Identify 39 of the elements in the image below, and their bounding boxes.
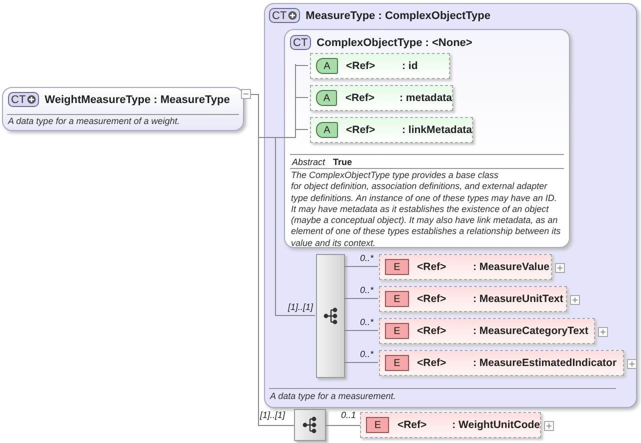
occurrence-label: 0..* <box>360 317 374 327</box>
connector-line <box>326 425 360 426</box>
occurrence-label: [1]..[1] <box>260 410 286 420</box>
occurrence-label: [1]..[1] <box>288 302 314 312</box>
expand-icon[interactable] <box>570 295 580 305</box>
element-node[interactable]: E <Ref> : WeightUnitCode <box>360 412 541 438</box>
occurrence-label: 0..* <box>360 285 374 295</box>
expand-icon[interactable] <box>598 327 608 337</box>
type-badge: CT <box>269 8 300 23</box>
type-title: WeightMeasureType : MeasureType <box>44 94 230 106</box>
type-description: A data type for a measurement. <box>270 391 396 402</box>
property-label: Abstract <box>292 157 326 167</box>
occurrence-label: 0..* <box>360 349 374 359</box>
type-title: ComplexObjectType : <None> <box>316 36 472 48</box>
expand-icon[interactable] <box>555 263 565 273</box>
attribute-node[interactable]: A <Ref> : metadata <box>310 85 453 111</box>
type-badge: CT <box>8 92 39 107</box>
sequence-icon <box>322 307 338 325</box>
type-description: The ComplexObjectType type provides a base class for object definition, association definitions, and external adapter type definitions. An instance of one of these types may have an ID. It may have metadata as it establishes the existence of an object (maybe a conceptual object). It may also have link metadata, as an element of one of these types establishes a relationship between its value and its context. <box>291 170 561 250</box>
element-node[interactable]: E <Ref> : MeasureEstimatedIndicator <box>379 350 624 376</box>
attribute-node[interactable]: A <Ref> : id <box>310 53 450 79</box>
expand-icon[interactable] <box>627 359 637 369</box>
attribute-node[interactable]: A <Ref> : linkMetadata <box>310 117 473 143</box>
element-node[interactable]: E <Ref> : MeasureCategoryText <box>379 318 595 344</box>
connector-line <box>344 330 378 331</box>
type-title: MeasureType : ComplexObjectType <box>306 10 490 22</box>
connector-line <box>344 362 378 363</box>
type-badge: CT <box>290 35 311 50</box>
element-node[interactable]: E <Ref> : MeasureUnitText <box>379 286 567 312</box>
connector-line <box>344 266 378 267</box>
occurrence-label: 0..* <box>360 253 374 263</box>
collapse-icon[interactable] <box>241 89 251 99</box>
type-description: A data type for a measurement of a weight. <box>8 116 180 128</box>
connector-line <box>344 298 378 299</box>
sequence-icon <box>302 416 318 434</box>
expand-icon[interactable] <box>544 421 554 431</box>
property-value: True <box>333 157 352 167</box>
occurrence-label: 0..1 <box>341 410 356 420</box>
element-node[interactable]: E <Ref> : MeasureValue <box>379 254 552 280</box>
